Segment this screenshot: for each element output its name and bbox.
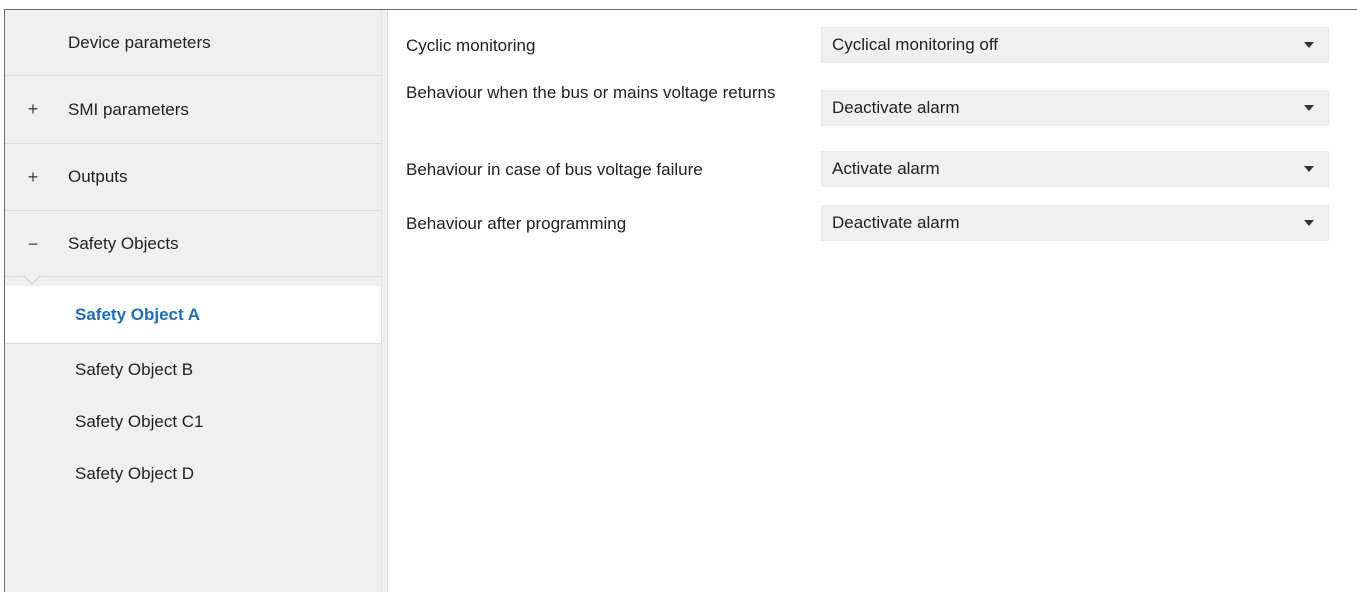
navigation-sidebar: Device parameters + SMI parameters + Out…: [5, 10, 381, 592]
nav-item-label: Safety Object A: [75, 304, 201, 324]
nav-item-smi-parameters[interactable]: + SMI parameters: [5, 76, 381, 144]
chevron-down-icon: [1304, 220, 1314, 226]
safety-objects-list: Safety Object A Safety Object B Safety O…: [5, 286, 381, 500]
param-label: Cyclic monitoring: [406, 36, 536, 55]
cyclic-monitoring-dropdown[interactable]: Cyclical monitoring off: [821, 27, 1329, 63]
group-notch-icon: [23, 275, 41, 285]
nav-item-device-parameters[interactable]: Device parameters: [5, 10, 381, 76]
chevron-down-icon: [1304, 166, 1314, 172]
nav-item-safety-object-c1[interactable]: Safety Object C1: [5, 396, 381, 448]
dropdown-value: Cyclical monitoring off: [832, 35, 998, 54]
chevron-down-icon: [1304, 105, 1314, 111]
divider: [5, 276, 23, 277]
nav-item-label: Outputs: [68, 167, 128, 186]
dropdown-value: Activate alarm: [832, 159, 940, 178]
param-label: Behaviour after programming: [406, 214, 627, 233]
bus-mains-return-dropdown[interactable]: Deactivate alarm: [821, 90, 1329, 126]
nav-item-label: SMI parameters: [68, 99, 189, 119]
expand-plus-icon[interactable]: +: [25, 167, 41, 188]
divider: [41, 276, 381, 277]
nav-item-safety-object-a[interactable]: Safety Object A: [5, 286, 381, 344]
collapse-minus-icon[interactable]: −: [25, 234, 41, 255]
param-label: Behaviour when the bus or mains voltage …: [406, 83, 776, 102]
nav-item-label: Safety Object B: [75, 360, 194, 379]
nav-item-safety-object-d[interactable]: Safety Object D: [5, 448, 381, 500]
after-programming-dropdown[interactable]: Deactivate alarm: [821, 205, 1329, 241]
nav-item-outputs[interactable]: + Outputs: [5, 144, 381, 211]
dropdown-value: Deactivate alarm: [832, 213, 960, 232]
nav-item-safety-object-b[interactable]: Safety Object B: [5, 344, 381, 396]
app-window: Device parameters + SMI parameters + Out…: [4, 9, 1357, 592]
parameter-panel: Cyclic monitoring Cyclical monitoring of…: [389, 10, 1357, 592]
chevron-down-icon: [1304, 42, 1314, 48]
param-label: Behaviour in case of bus voltage failure: [406, 160, 703, 179]
bus-voltage-failure-dropdown[interactable]: Activate alarm: [821, 151, 1329, 187]
nav-item-label: Safety Objects: [68, 234, 179, 253]
expand-plus-icon[interactable]: +: [25, 99, 41, 120]
nav-item-label: Device parameters: [68, 32, 211, 52]
dropdown-value: Deactivate alarm: [832, 98, 960, 117]
nav-item-safety-objects[interactable]: − Safety Objects: [5, 211, 381, 277]
pane-splitter[interactable]: [381, 10, 388, 592]
nav-item-label: Safety Object C1: [75, 412, 204, 431]
nav-item-label: Safety Object D: [75, 464, 195, 483]
